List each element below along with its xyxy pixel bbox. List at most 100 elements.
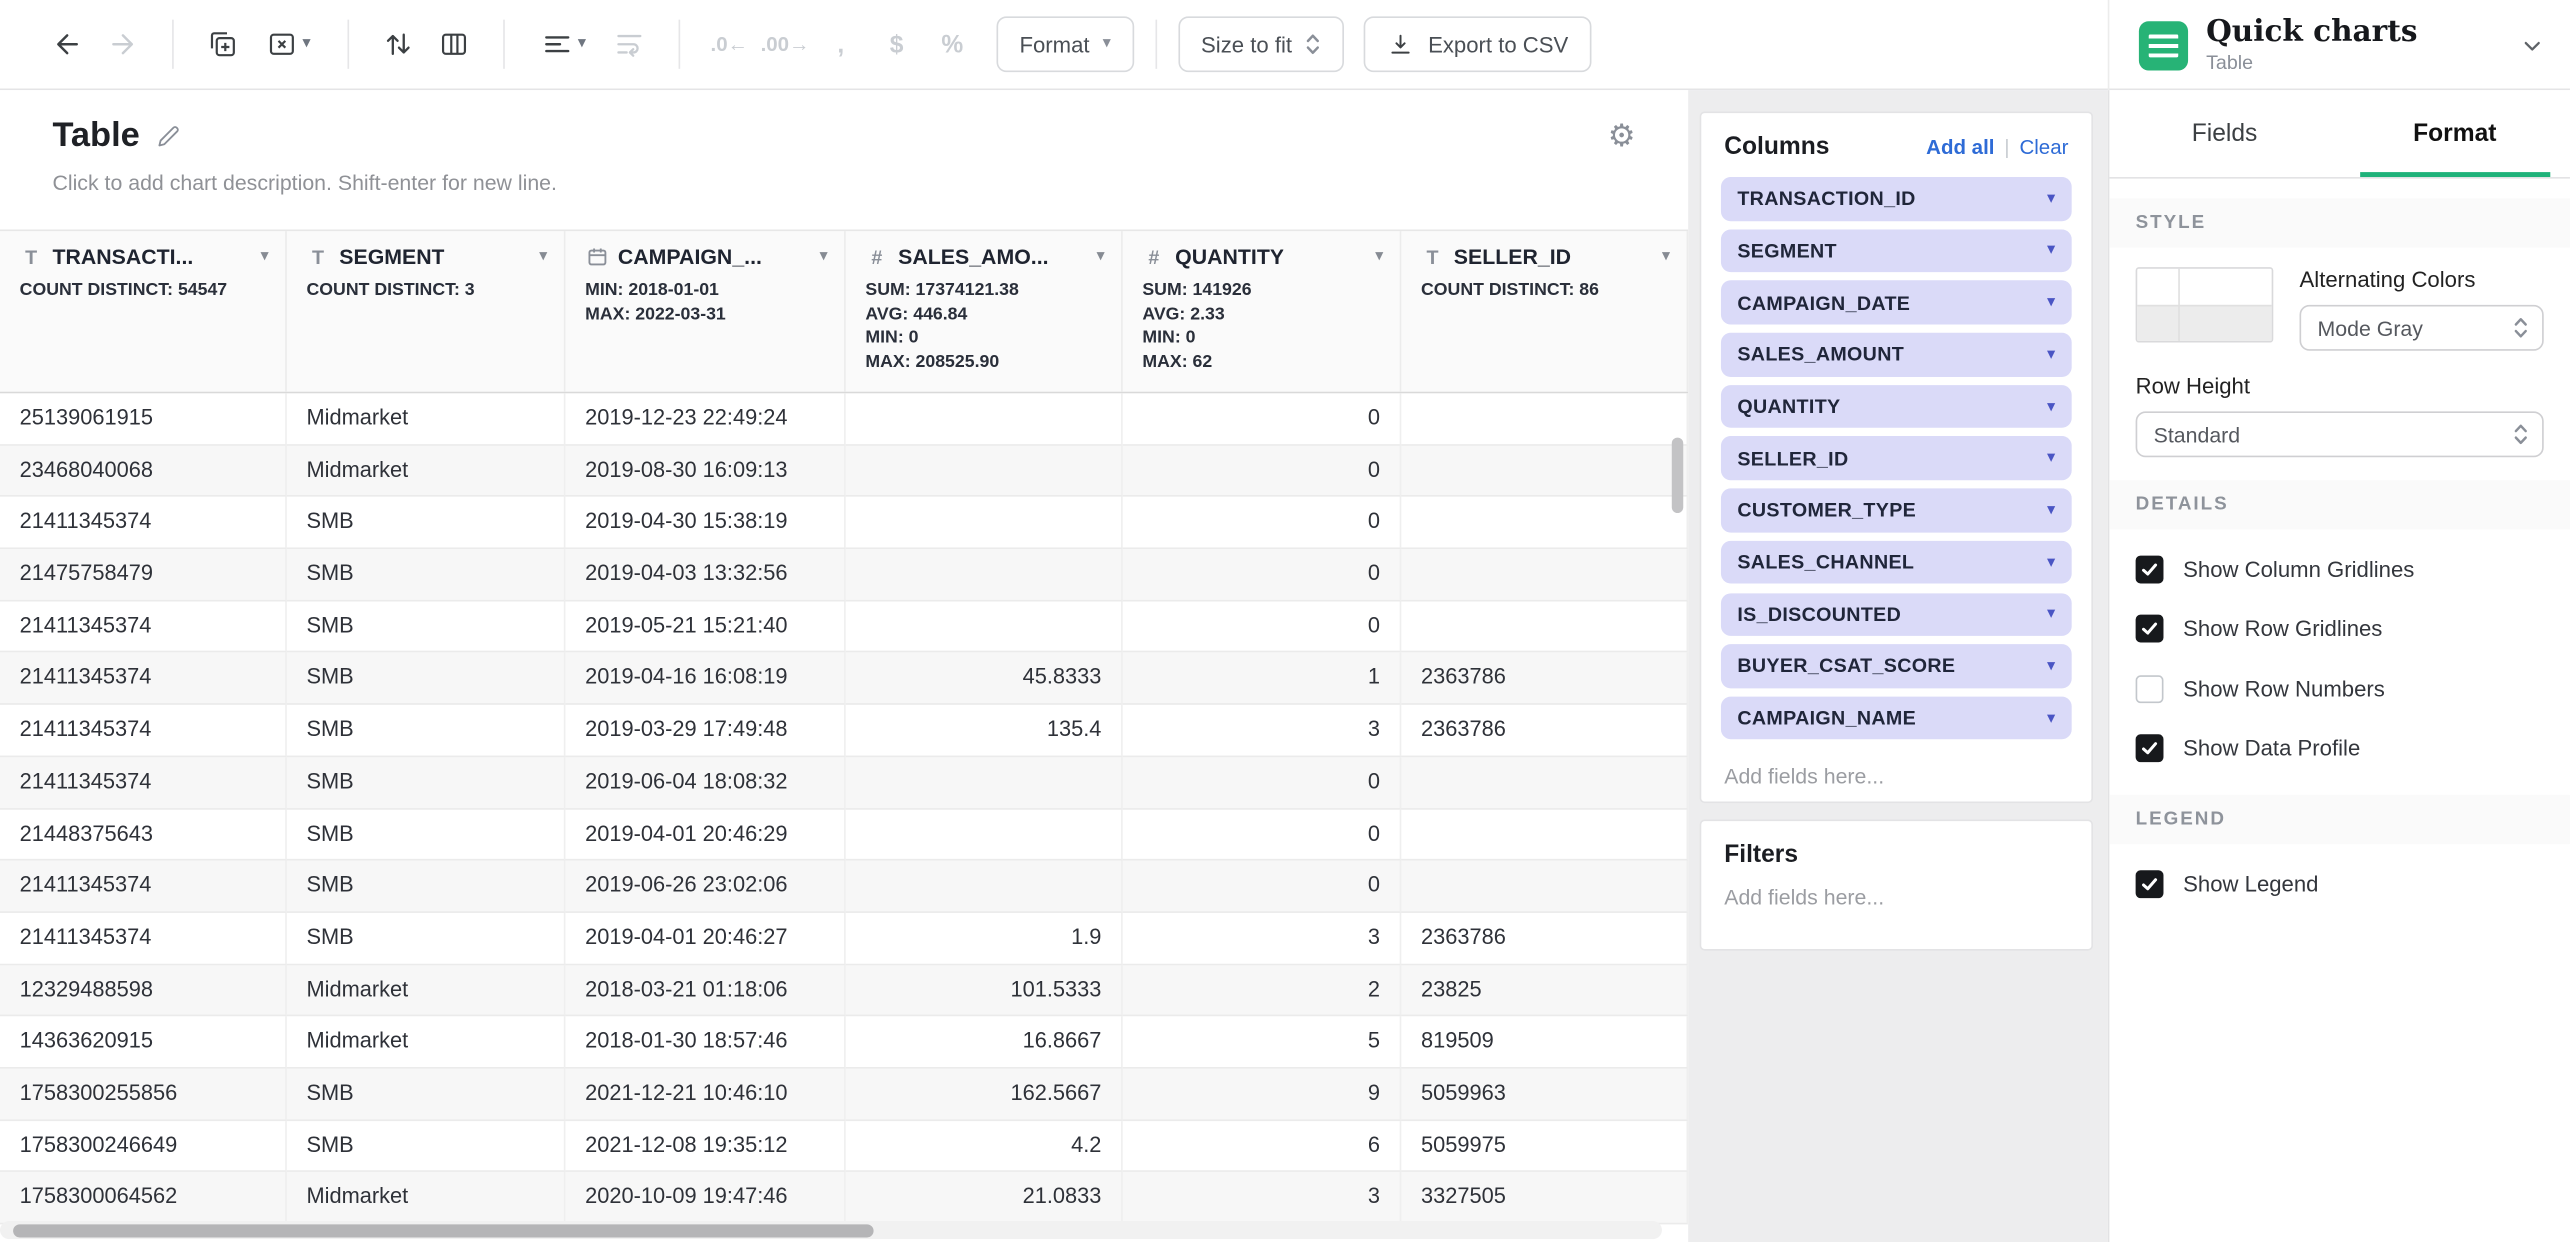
column-pill-customer-type[interactable]: CUSTOMER_TYPE ▾ (1721, 489, 2072, 532)
column-stat: MIN: 2018-01-01 (585, 279, 828, 303)
column-header-quantity[interactable]: #QUANTITY▾SUM: 141926AVG: 2.33MIN: 0MAX:… (1123, 231, 1402, 392)
checkbox-row-show-row-numbers[interactable]: Show Row Numbers (2136, 659, 2544, 719)
row-height-select[interactable]: Standard (2136, 411, 2544, 457)
checkbox[interactable] (2136, 555, 2164, 583)
column-pill-campaign-name[interactable]: CAMPAIGN_NAME▾ (1721, 696, 2072, 739)
delete-chart-button[interactable]: ▾ (251, 18, 326, 70)
column-pill-sales-channel[interactable]: SALES_CHANNEL▾ (1721, 541, 2072, 584)
columns-add-fields-placeholder[interactable]: Add fields here... (1701, 748, 2091, 802)
filters-card: Filters Add fields here... (1700, 820, 2093, 951)
clear-link[interactable]: Clear (2019, 135, 2068, 158)
style-section-header: STYLE (2109, 198, 2570, 247)
chevron-down-icon[interactable]: ▾ (1096, 247, 1104, 265)
checkbox-row-show-column-gridlines[interactable]: Show Column Gridlines (2136, 539, 2544, 599)
percent-format-button[interactable]: % (924, 18, 980, 70)
columns-pill-list: TRANSACTION_ID▾ SEGMENT▾ CAMPAIGN_DATE▾ SAL… (1701, 174, 2091, 740)
column-pill-is-discounted[interactable]: IS_DISCOUNTED▾ (1721, 592, 2072, 635)
chart-settings-button[interactable]: ⚙ (1598, 116, 1646, 157)
date-type-icon (585, 246, 608, 267)
column-header-segment[interactable]: TSEGMENT▾COUNT DISTINCT: 3 (287, 231, 566, 392)
size-to-fit-select[interactable]: Size to fit (1178, 16, 1344, 72)
back-button[interactable] (39, 18, 95, 70)
column-pill-campaign-date[interactable]: CAMPAIGN_DATE▾ (1721, 281, 2072, 324)
duplicate-chart-button[interactable] (195, 18, 251, 70)
pill-label: CUSTOMER_TYPE (1737, 499, 1916, 522)
dollar-icon: $ (878, 30, 915, 58)
format-dropdown-button[interactable]: Format ▾ (997, 16, 1134, 72)
checkbox[interactable] (2136, 675, 2164, 703)
table-row: 14363620915Midmarket2018-01-30 18:57:461… (0, 1017, 1688, 1069)
alternating-colors-select[interactable]: Mode Gray (2300, 305, 2544, 351)
chevron-down-icon[interactable]: ▾ (2047, 294, 2055, 312)
table-row: 21411345374SMB2019-03-29 17:49:48135.432… (0, 705, 1688, 757)
table-row: 21448375643SMB2019-04-01 20:46:290 (0, 809, 1688, 861)
chart-title[interactable]: Table (52, 116, 139, 155)
column-header-transacti[interactable]: TTRANSACTI...▾COUNT DISTINCT: 54547 (0, 231, 287, 392)
column-pill-buyer-csat-score[interactable]: BUYER_CSAT_SCORE▾ (1721, 644, 2072, 687)
table-cell: 3 (1123, 1172, 1402, 1224)
increase-decimal-button[interactable]: .00→ (757, 18, 813, 70)
chevron-down-icon[interactable]: ▾ (2047, 190, 2055, 208)
table-cell: SMB (287, 1120, 566, 1172)
filters-add-fields-placeholder[interactable]: Add fields here... (1701, 882, 2091, 925)
table-cell: Midmarket (287, 1172, 566, 1224)
chevron-down-icon[interactable]: ▾ (2047, 709, 2055, 727)
chevron-down-icon[interactable]: ▾ (2047, 346, 2055, 364)
checkbox[interactable] (2136, 870, 2164, 898)
thousands-separator-button[interactable]: , (813, 18, 869, 70)
column-pill-transaction-id[interactable]: TRANSACTION_ID▾ (1721, 177, 2072, 220)
export-csv-button[interactable]: Export to CSV (1364, 16, 1591, 72)
chevron-down-icon[interactable]: ▾ (2047, 605, 2055, 623)
table-cell: 0 (1123, 549, 1402, 601)
chevron-down-icon[interactable]: ▾ (261, 247, 269, 265)
chevron-down-icon[interactable]: ▾ (2047, 397, 2055, 415)
table-cell: 2019-12-23 22:49:24 (565, 393, 845, 445)
app-title: Quick charts (2206, 16, 2417, 48)
add-all-link[interactable]: Add all (1926, 135, 1994, 158)
checkbox-row-show-legend[interactable]: Show Legend (2136, 854, 2544, 914)
chevron-down-icon[interactable]: ▾ (2047, 657, 2055, 675)
column-pill-quantity[interactable]: QUANTITY▾ (1721, 385, 2072, 428)
column-pill-seller-id[interactable]: SELLER_ID▾ (1721, 437, 2072, 480)
table-cell: 23468040068 (0, 445, 287, 497)
currency-format-button[interactable]: $ (869, 18, 925, 70)
horizontal-scrollbar[interactable] (0, 1221, 1662, 1239)
columns-layout-button[interactable] (426, 18, 482, 70)
toolbar: ▾ ▾ (0, 0, 2570, 90)
column-pill-sales-amount[interactable]: SALES_AMOUNT▾ (1721, 333, 2072, 376)
chevron-down-icon[interactable]: ▾ (2047, 449, 2055, 467)
chart-description-placeholder[interactable]: Click to add chart description. Shift-en… (52, 170, 1688, 195)
checkbox[interactable] (2136, 735, 2164, 763)
column-header-sales-amo[interactable]: #SALES_AMO...▾SUM: 17374121.38AVG: 446.8… (846, 231, 1123, 392)
checkbox-row-show-data-profile[interactable]: Show Data Profile (2136, 719, 2544, 779)
checkbox[interactable] (2136, 615, 2164, 643)
table-cell: 135.4 (846, 705, 1123, 757)
checkbox-label: Show Legend (2183, 872, 2318, 897)
chevron-down-icon[interactable]: ▾ (2047, 501, 2055, 519)
tab-format[interactable]: Format (2340, 90, 2570, 177)
table-columns-icon (438, 28, 471, 61)
table-cell: SMB (287, 861, 566, 913)
horizontal-scrollbar-thumb[interactable] (13, 1224, 873, 1237)
checkbox-row-show-row-gridlines[interactable]: Show Row Gridlines (2136, 599, 2544, 659)
chevron-down-icon[interactable]: ▾ (1375, 247, 1383, 265)
chevron-down-icon[interactable]: ▾ (819, 247, 827, 265)
table-cell: 2019-04-01 20:46:29 (565, 809, 845, 861)
column-header-seller-id[interactable]: TSELLER_ID▾COUNT DISTINCT: 86 (1401, 231, 1688, 392)
chevron-down-icon[interactable]: ▾ (2047, 553, 2055, 571)
chart-type-selector[interactable]: Quick charts Table (2108, 0, 2570, 90)
tab-fields[interactable]: Fields (2109, 90, 2339, 177)
text-wrap-button[interactable] (602, 18, 658, 70)
align-button[interactable]: ▾ (526, 18, 601, 70)
table-cell (1401, 445, 1688, 497)
chevron-down-icon[interactable]: ▾ (1662, 247, 1670, 265)
edit-pencil-icon[interactable] (156, 124, 181, 149)
chevron-down-icon[interactable]: ▾ (2047, 242, 2055, 260)
sort-button[interactable] (370, 18, 426, 70)
forward-button[interactable] (95, 18, 151, 70)
column-header-campaign[interactable]: CAMPAIGN_...▾MIN: 2018-01-01MAX: 2022-03… (565, 231, 845, 392)
vertical-scrollbar-thumb[interactable] (1672, 438, 1683, 513)
column-name: SEGMENT (339, 244, 444, 269)
chevron-down-icon[interactable]: ▾ (539, 247, 547, 265)
column-pill-segment[interactable]: SEGMENT▾ (1721, 229, 2072, 272)
